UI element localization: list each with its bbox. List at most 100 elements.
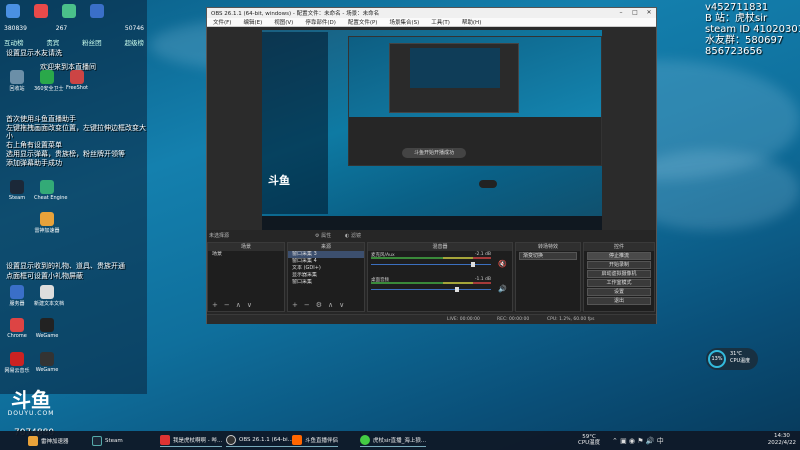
close-icon[interactable]: ✕ (642, 8, 656, 18)
obs-preview[interactable]: 斗鱼 斗鱼开始开播成功 (262, 30, 602, 230)
taskbar-item[interactable]: 斗鱼直播伴侣 (292, 434, 339, 447)
cpu-widget[interactable]: 13% 31℃ CPU温度 (706, 348, 758, 370)
info-text: 水友群：580697 (705, 35, 784, 46)
menu-tools[interactable]: 工具(T) (431, 18, 450, 26)
taskbar-item[interactable]: Steam (92, 434, 123, 447)
source-controls[interactable]: +−⚙∧∨ (292, 301, 350, 309)
clock[interactable]: 14:30 2022/4/22 (768, 433, 796, 447)
obs-icon (226, 435, 236, 445)
source-item[interactable]: 显示器采集 (288, 272, 364, 279)
source-item[interactable]: 窗口采集 4 (288, 258, 364, 265)
transitions-dock: 转场特效 渐变切换 (515, 242, 581, 312)
menu-file[interactable]: 文件(F) (213, 18, 231, 26)
source-item[interactable]: 窗口采集 (288, 279, 364, 286)
chat-icon (360, 435, 370, 445)
taskbar-item[interactable]: 虎杖sir直播_海上狼... (360, 434, 427, 447)
desktop-icon[interactable]: Steam (4, 180, 30, 201)
muted-speaker-icon[interactable]: 🔇 (498, 260, 507, 268)
nested-mixer (349, 117, 601, 165)
obs-title: OBS 26.1.1 (64-bit, windows) - 配置文件：未命名 … (211, 11, 380, 17)
source-item[interactable]: 窗口采集 3 (288, 251, 364, 258)
start-recording-button[interactable]: 开始录制 (587, 261, 651, 269)
panel-message: 右上角有设置菜单 (6, 141, 62, 149)
taskbar-item[interactable]: OBS 26.1.1 (64-bi... (226, 434, 293, 447)
douyu-icon (292, 435, 302, 445)
desktop-icon[interactable]: 新建文本文档 (34, 285, 64, 307)
browser-icon (160, 435, 170, 445)
menu-docks[interactable]: 停靠部件(D) (305, 18, 336, 26)
nested-obs-window (389, 43, 519, 113)
volume-meter (371, 257, 491, 259)
transition-select[interactable]: 渐变切换 (519, 252, 577, 260)
scene-item[interactable]: 场景 (208, 251, 284, 258)
app-icon[interactable] (6, 4, 20, 18)
volume-slider[interactable] (371, 289, 491, 290)
app-icon[interactable] (62, 4, 76, 18)
desktop-icon[interactable]: 服务器 (4, 285, 30, 307)
stop-streaming-button[interactable]: 停止推流 (587, 252, 651, 260)
scenes-dock: 场景 场景 +−∧∨ (207, 242, 285, 312)
menu-edit[interactable]: 编辑(E) (243, 18, 262, 26)
desktop-icon[interactable]: 网易云音乐 (4, 352, 30, 374)
taskbar-item[interactable]: 雷神加速器 (28, 434, 69, 447)
tab-vip[interactable]: 贵宾 (46, 37, 59, 47)
menu-view[interactable]: 视图(V) (274, 18, 293, 26)
controls-dock: 控件 停止推流 开始录制 启动虚拟摄像机 工作室模式 设置 退出 (583, 242, 655, 312)
nested-douyu-logo: 斗鱼 (268, 174, 290, 187)
info-text: B 站：虎杖sir (705, 13, 768, 24)
taskbar: 雷神加速器 Steam 我是虎杖啊啊 - 哔... OBS 26.1.1 (64… (0, 431, 800, 450)
preview-toast: 斗鱼开始开播成功 (402, 148, 466, 158)
tab-super[interactable]: 超级榜 (124, 37, 144, 47)
studio-mode-button[interactable]: 工作室模式 (587, 279, 651, 287)
panel-message: 设置显示水友请洗 (6, 49, 62, 57)
menu-profile[interactable]: 配置文件(P) (348, 18, 378, 26)
panel-message: 点面框可设置小礼物屏蔽 (6, 272, 83, 280)
panel-tabs: 互动榜 贵宾 粉丝团 超级榜 (4, 37, 144, 47)
scene-controls[interactable]: +−∧∨ (212, 301, 258, 309)
menu-help[interactable]: 帮助(H) (462, 18, 481, 26)
volume-knob[interactable] (455, 287, 459, 292)
desktop-icon[interactable]: 回收站 (4, 70, 30, 92)
maximize-icon[interactable]: □ (628, 8, 642, 18)
taskbar-item[interactable]: 我是虎杖啊啊 - 哔... (160, 434, 223, 447)
tab-interaction[interactable]: 互动榜 (4, 37, 24, 47)
stat-value: 380839 (4, 25, 27, 32)
desktop-icon[interactable]: WeGame (34, 352, 60, 373)
tab-fans[interactable]: 粉丝团 (82, 37, 102, 47)
wegame-icon (40, 318, 54, 332)
app-icon[interactable] (34, 4, 48, 18)
source-item[interactable]: 文本 (GDI+) (288, 265, 364, 272)
settings-button[interactable]: 设置 (587, 288, 651, 296)
cpu-temp: 31℃ CPU温度 (730, 351, 751, 364)
desktop-icon[interactable]: FreeShot (64, 70, 90, 91)
exit-button[interactable]: 退出 (587, 297, 651, 305)
volume-knob[interactable] (471, 262, 475, 267)
tray-cpu-temp[interactable]: 59°C CPU温度 (578, 434, 600, 446)
filters-button[interactable]: ◐ 滤镜 (345, 232, 361, 239)
virtual-camera-button[interactable]: 启动虚拟摄像机 (587, 270, 651, 278)
desktop-icon[interactable]: Cheat Engine (34, 180, 68, 201)
obs-window[interactable]: OBS 26.1.1 (64-bit, windows) - 配置文件：未命名 … (206, 7, 657, 324)
properties-button[interactable]: ⚙ 属性 (315, 232, 331, 239)
desktop-icon[interactable]: Chrome (4, 318, 30, 339)
nested-widget (479, 180, 497, 188)
app-icon[interactable] (90, 4, 104, 18)
minimize-icon[interactable]: – (614, 8, 628, 18)
nested-screen-capture (348, 36, 602, 166)
desktop-icon[interactable]: 雷神加速器 (34, 212, 60, 234)
tray-icons[interactable]: ⌃ ▣ ◉ ⚑ 🔊 中 (612, 436, 664, 446)
menu-scene-collection[interactable]: 场景集合(S) (389, 18, 419, 26)
desktop-icon[interactable]: 360安全卫士 (34, 70, 64, 92)
obs-menu-bar: 文件(F) 编辑(E) 视图(V) 停靠部件(D) 配置文件(P) 场景集合(S… (207, 18, 656, 27)
sources-title: 来源 (288, 243, 364, 251)
cpu-usage-ring: 13% (708, 350, 726, 368)
speaker-icon[interactable]: 🔊 (498, 285, 507, 293)
douyu-assistant-panel[interactable]: 380839 267 50746 互动榜 贵宾 粉丝团 超级榜 设置显示水友请洗… (0, 0, 147, 394)
nested-taskbar (262, 216, 602, 230)
nested-obs-preview (410, 48, 500, 88)
obs-title-bar[interactable]: OBS 26.1.1 (64-bit, windows) - 配置文件：未命名 … (207, 8, 656, 18)
desktop-icon[interactable]: WeGame (34, 318, 60, 339)
scenes-title: 场景 (208, 243, 284, 251)
panel-message: 首次使用斗鱼直播助手 (6, 115, 76, 123)
no-source-label: 未选择源 (209, 233, 230, 239)
